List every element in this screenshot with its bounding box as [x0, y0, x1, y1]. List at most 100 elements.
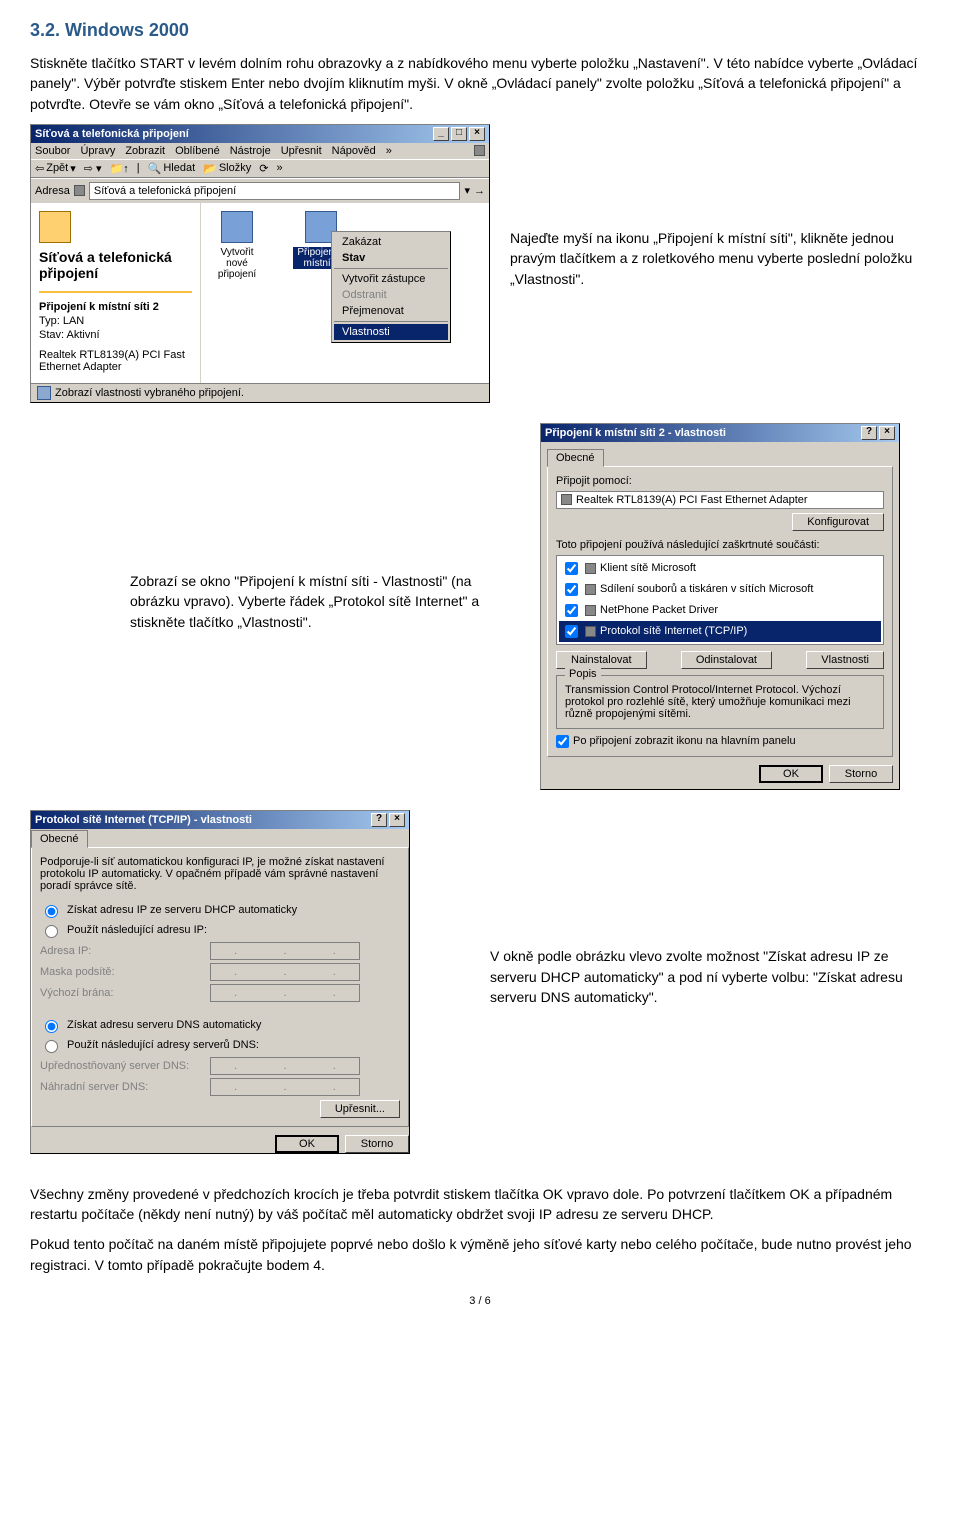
menubar[interactable]: Soubor Úpravy Zobrazit Oblíbené Nástroje… [31, 143, 489, 159]
menu-upresnit[interactable]: Upřesnit [281, 145, 322, 157]
note-1: Najeďte myší na ikonu „Připojení k místn… [510, 228, 930, 289]
close-button[interactable]: × [389, 813, 405, 827]
show-icon-checkbox[interactable] [556, 735, 569, 748]
ok-button[interactable]: OK [275, 1135, 339, 1153]
help-button[interactable]: ? [371, 813, 387, 827]
dns2-label: Náhradní server DNS: [40, 1081, 200, 1093]
menu-nastroje[interactable]: Nástroje [230, 145, 271, 157]
go-button[interactable]: → [474, 185, 485, 197]
context-menu[interactable]: Zakázat Stav Vytvořit zástupce Odstranit… [331, 231, 451, 343]
toolbar-up[interactable]: 📁↑ [110, 162, 129, 175]
share-icon [585, 584, 596, 595]
address-label: Adresa [35, 185, 70, 197]
tcpip-icon [585, 626, 596, 637]
toolbar-search[interactable]: 🔍 Hledat [148, 162, 196, 175]
intro-paragraph: Stiskněte tlačítko START v levém dolním … [30, 53, 930, 114]
toolbar-forward[interactable]: ⇨ ▾ [84, 162, 102, 175]
help-button[interactable]: ? [861, 426, 877, 440]
tcpip-title: Protokol sítě Internet (TCP/IP) - vlastn… [35, 814, 252, 826]
ctx-status[interactable]: Stav [334, 250, 448, 266]
chk-client[interactable] [565, 562, 578, 575]
menu-napoveda[interactable]: Nápověd [332, 145, 376, 157]
ctx-disable[interactable]: Zakázat [334, 234, 448, 250]
cancel-button[interactable]: Storno [829, 765, 893, 783]
properties-button[interactable]: Vlastnosti [806, 651, 884, 669]
components-label: Toto připojení používá následující zaškr… [556, 539, 884, 551]
menu-soubor[interactable]: Soubor [35, 145, 70, 157]
statusbar-icon [37, 386, 51, 400]
radio-dhcp-dns-label: Získat adresu serveru DNS automaticky [67, 1019, 261, 1031]
ip-field: ... [210, 942, 360, 960]
desc-group-label: Popis [565, 668, 601, 680]
chk-tcpip[interactable] [565, 625, 578, 638]
desc-text: Transmission Control Protocol/Internet P… [565, 684, 875, 720]
components-list[interactable]: Klient sítě Microsoft Sdílení souborů a … [556, 555, 884, 645]
close-button[interactable]: × [469, 127, 485, 141]
cancel-button[interactable]: Storno [345, 1135, 409, 1153]
chk-share[interactable] [565, 583, 578, 596]
gw-field: ... [210, 984, 360, 1002]
ip-label: Adresa IP: [40, 945, 200, 957]
connect-using-label: Připojit pomocí: [556, 475, 884, 487]
dns1-label: Upřednostňovaný server DNS: [40, 1060, 200, 1072]
mask-field: ... [210, 963, 360, 981]
tcpip-dialog: Protokol sítě Internet (TCP/IP) - vlastn… [30, 810, 410, 1154]
outro-paragraph-1: Všechny změny provedené v předchozích kr… [30, 1184, 930, 1225]
note-3: V okně podle obrázku vlevo zvolte možnos… [490, 946, 930, 1007]
menu-zobrazit[interactable]: Zobrazit [125, 145, 165, 157]
radio-dhcp-ip-label: Získat adresu IP ze serveru DHCP automat… [67, 904, 297, 916]
radio-static-ip-label: Použít následující adresu IP: [67, 924, 207, 936]
leftpane-title: Síťová a telefonická připojení [39, 249, 192, 281]
address-icon [74, 185, 85, 196]
dns1-field: ... [210, 1057, 360, 1075]
menu-oblibene[interactable]: Oblíbené [175, 145, 220, 157]
ctx-shortcut[interactable]: Vytvořit zástupce [334, 271, 448, 287]
ctx-properties[interactable]: Vlastnosti [334, 324, 448, 340]
ctx-rename[interactable]: Přejmenovat [334, 303, 448, 319]
radio-static-dns[interactable] [45, 1040, 58, 1053]
address-input[interactable] [89, 182, 461, 200]
conn-props-title: Připojení k místní síti 2 - vlastnosti [545, 427, 726, 439]
radio-dhcp-ip[interactable] [45, 905, 58, 918]
page-footer: 3 / 6 [30, 1295, 930, 1307]
adapter-name: Realtek RTL8139(A) PCI Fast Ethernet Ada… [576, 494, 808, 506]
install-button[interactable]: Nainstalovat [556, 651, 647, 669]
new-connection-icon[interactable]: Vytvořit nové připojení [209, 211, 265, 280]
selected-conn-name: Připojení k místní síti 2 [39, 301, 192, 313]
minimize-button[interactable]: _ [433, 127, 449, 141]
maximize-button[interactable]: □ [451, 127, 467, 141]
client-icon [585, 563, 596, 574]
toolbar-back[interactable]: ⇦ Zpět ▾ [35, 162, 76, 175]
conn-type: Typ: LAN [39, 315, 192, 327]
folder-large-icon [39, 211, 71, 243]
toolbar-folders[interactable]: 📂 Složky [203, 162, 251, 175]
nic-icon [561, 494, 572, 505]
advanced-button[interactable]: Upřesnit... [320, 1100, 400, 1118]
driver-icon [585, 605, 596, 616]
ok-button[interactable]: OK [759, 765, 823, 783]
chk-netphone[interactable] [565, 604, 578, 617]
outro-paragraph-2: Pokud tento počítač na daném místě připo… [30, 1234, 930, 1275]
tab-general[interactable]: Obecné [547, 449, 604, 467]
conn-state: Stav: Aktivní [39, 329, 192, 341]
dns2-field: ... [210, 1078, 360, 1096]
conn-adapter: Realtek RTL8139(A) PCI Fast Ethernet Ada… [39, 349, 192, 373]
uninstall-button[interactable]: Odinstalovat [681, 651, 772, 669]
gw-label: Výchozí brána: [40, 987, 200, 999]
configure-button[interactable]: Konfigurovat [792, 513, 884, 531]
tab-general[interactable]: Obecné [31, 830, 88, 848]
note-2: Zobrazí se okno "Připojení k místní síti… [130, 571, 520, 632]
show-icon-label: Po připojení zobrazit ikonu na hlavním p… [573, 735, 796, 747]
section-heading: 3.2. Windows 2000 [30, 20, 930, 41]
menu-upravy[interactable]: Úpravy [80, 145, 115, 157]
explorer-window: Síťová a telefonická připojení _ □ × Sou… [30, 124, 490, 403]
tcpip-intro: Podporuje-li síť automatickou konfigurac… [40, 856, 400, 892]
radio-static-dns-label: Použít následující adresy serverů DNS: [67, 1039, 259, 1051]
radio-static-ip[interactable] [45, 925, 58, 938]
radio-dhcp-dns[interactable] [45, 1020, 58, 1033]
close-button[interactable]: × [879, 426, 895, 440]
explorer-title: Síťová a telefonická připojení [35, 128, 189, 140]
toolbar-history[interactable]: ⟳ [259, 162, 268, 175]
win-logo-icon [474, 145, 485, 156]
mask-label: Maska podsítě: [40, 966, 200, 978]
